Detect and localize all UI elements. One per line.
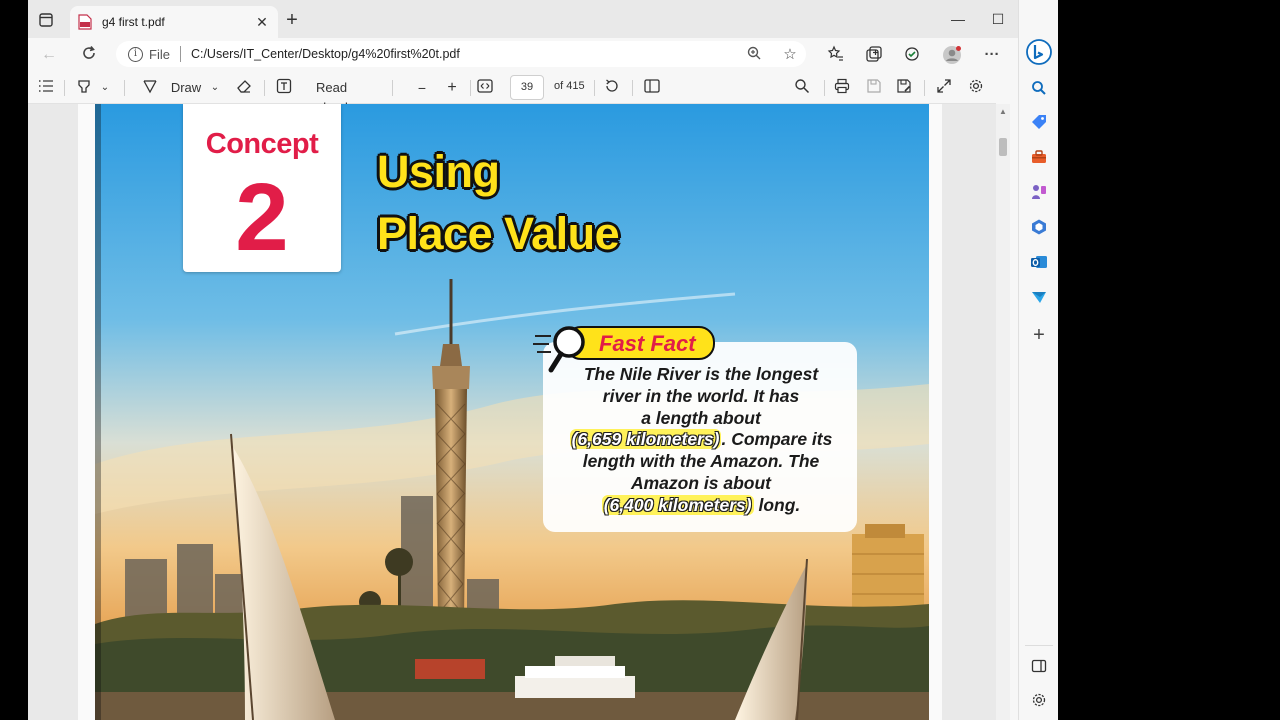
chevron-down-icon[interactable]: ⌄ (208, 78, 222, 98)
address-bar: ← i File C:/Users/IT_Center/Desktop/g4%2… (28, 38, 1058, 70)
concept-number: 2 (235, 164, 289, 271)
eraser-icon[interactable] (234, 78, 254, 98)
split-icon[interactable] (1025, 652, 1053, 680)
tab-pdf[interactable]: g4 first t.pdf ✕ (70, 6, 278, 38)
fact-line: length with the Amazon. The (582, 451, 820, 472)
url-separator (179, 46, 181, 62)
read-aloud-button[interactable]: Read aloud (316, 78, 380, 115)
collections-icon[interactable] (864, 45, 884, 65)
vertical-scrollbar[interactable]: ▲ (996, 104, 1010, 720)
fact-line-rest: long. (753, 494, 801, 515)
refresh-icon[interactable] (78, 44, 100, 66)
send-icon[interactable] (1025, 283, 1053, 311)
toolbar-divider (470, 80, 471, 96)
page-total: of 415 (554, 80, 585, 92)
minus-icon[interactable]: − (412, 78, 432, 98)
fact-line: river in the world. It has (602, 385, 800, 406)
file-label: File (149, 46, 170, 62)
screen: g4 first t.pdf ✕ + — ☐ ✕ ← i File C:/Use… (0, 0, 1280, 720)
maximize-icon[interactable]: ☐ (978, 8, 1018, 30)
fact-line: The Nile River is the longest (583, 364, 819, 384)
magnifier-icon (533, 322, 593, 374)
scroll-up-icon[interactable]: ▲ (999, 108, 1007, 116)
extensions-icon[interactable] (902, 45, 922, 65)
tag-icon[interactable] (1025, 108, 1053, 136)
document-viewport[interactable]: Concept 2 Using Place Value The Nile Riv… (28, 104, 996, 720)
fact-line: (6,659 kilometers). Compare its (551, 429, 851, 451)
tab-actions-icon[interactable] (38, 12, 54, 28)
concept-card: Concept 2 (183, 104, 341, 272)
scroll-thumb[interactable] (999, 138, 1007, 156)
toolbar-divider (392, 80, 393, 96)
profile-icon[interactable] (942, 45, 962, 65)
nile-length-highlight: (6,659 kilometers) (569, 429, 722, 450)
toolbar-divider (924, 80, 925, 96)
save-icon[interactable] (864, 78, 884, 98)
fact-line-rest: . Compare its (721, 429, 833, 450)
fact-line: a length about (641, 407, 761, 428)
chevron-down-icon[interactable]: ⌄ (98, 78, 112, 98)
more-icon[interactable]: ··· (982, 45, 1002, 65)
title-line-2: Place Value (377, 208, 620, 259)
concept-label: Concept (205, 128, 319, 160)
fullscreen-icon[interactable] (934, 78, 954, 98)
draw-label[interactable]: Draw (166, 78, 206, 98)
toolbox-icon[interactable] (1025, 143, 1053, 171)
print-icon[interactable] (832, 78, 852, 98)
toolbar-divider (632, 80, 633, 96)
star-icon[interactable]: ☆ (780, 45, 800, 65)
page-view-icon[interactable] (642, 78, 662, 98)
outlook-icon[interactable] (1025, 248, 1053, 276)
fact-line: (6,400 kilometers) long. (551, 494, 851, 517)
url-field[interactable]: i File C:/Users/IT_Center/Desktop/g4%20f… (116, 41, 806, 67)
toolbar-divider (264, 80, 265, 96)
toolbar-divider (64, 80, 65, 96)
close-icon[interactable]: ✕ (254, 14, 270, 30)
toolbar-divider (594, 80, 595, 96)
pdf-toolbar: ⌄ Draw ⌄ Read aloud − + 39 of 415 (28, 72, 996, 115)
save-as-icon[interactable] (894, 78, 914, 98)
text-icon[interactable] (274, 78, 294, 98)
fact-line: Amazon is about (630, 472, 771, 493)
zoom-icon[interactable] (744, 45, 764, 65)
plus-icon[interactable]: + (284, 10, 300, 30)
title-line-1: Using (377, 146, 500, 197)
games-icon[interactable] (1025, 178, 1053, 206)
toolbar-divider (824, 80, 825, 96)
minimize-icon[interactable]: — (938, 8, 978, 30)
highlight-icon[interactable] (74, 78, 94, 98)
plus-icon[interactable]: + (1025, 321, 1053, 349)
toolbar-divider (124, 80, 125, 96)
plus-icon[interactable]: + (442, 78, 462, 98)
edge-sidebar: + (1018, 0, 1058, 720)
draw-icon[interactable] (140, 78, 160, 98)
fast-fact-text: The Nile River is the longest river in t… (551, 364, 851, 517)
contents-icon[interactable] (36, 78, 56, 98)
browser-window: g4 first t.pdf ✕ + — ☐ ✕ ← i File C:/Use… (28, 0, 1058, 720)
office-icon[interactable] (1025, 213, 1053, 241)
search-icon[interactable] (1025, 74, 1053, 102)
cairo-skyline-photo: Concept 2 Using Place Value The Nile Riv… (95, 104, 929, 720)
title-bar: g4 first t.pdf ✕ + — ☐ ✕ (28, 0, 1058, 38)
pdf-page: Concept 2 Using Place Value The Nile Riv… (78, 104, 942, 720)
page-number-input[interactable]: 39 (510, 75, 544, 100)
fast-fact-label: Fast Fact (599, 331, 696, 356)
info-icon[interactable]: i (128, 46, 143, 62)
rotate-icon[interactable] (602, 78, 622, 98)
back-icon[interactable]: ← (38, 44, 60, 66)
amazon-length-highlight: (6,400 kilometers) (601, 494, 754, 515)
settings-icon[interactable] (1025, 686, 1053, 714)
bing-icon[interactable] (1025, 38, 1053, 66)
sidebar-divider (1025, 645, 1053, 646)
url-text[interactable]: C:/Users/IT_Center/Desktop/g4%20first%20… (191, 47, 460, 61)
fit-page-icon[interactable] (475, 78, 495, 98)
favorites-icon[interactable] (826, 45, 846, 65)
settings-icon[interactable] (966, 78, 986, 98)
search-icon[interactable] (792, 78, 812, 98)
tab-title: g4 first t.pdf (102, 15, 165, 29)
pdf-file-icon (78, 14, 92, 30)
